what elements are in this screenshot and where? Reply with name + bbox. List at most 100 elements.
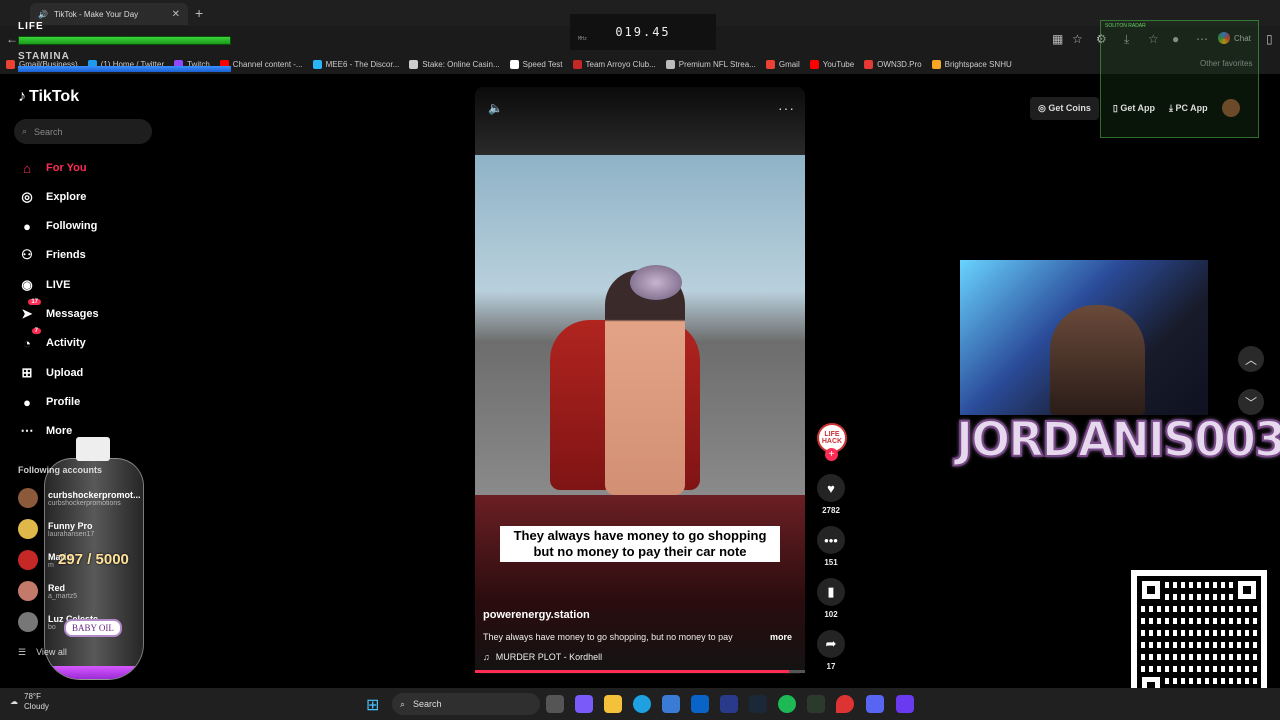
nav-label: Following bbox=[46, 220, 98, 232]
new-tab-icon[interactable]: + bbox=[195, 5, 203, 21]
bookmark-icon[interactable]: ▮ bbox=[817, 578, 845, 606]
bookmark-label: Premium NFL Strea... bbox=[678, 59, 756, 69]
copilot-taskbar-icon[interactable] bbox=[575, 695, 593, 713]
stamina-bar bbox=[18, 66, 231, 72]
steam-icon[interactable] bbox=[749, 695, 767, 713]
nav-item-friends[interactable]: ⚇ Friends bbox=[18, 246, 86, 264]
avatar bbox=[18, 519, 38, 539]
music-link[interactable]: ♫ MURDER PLOT - Kordhell bbox=[483, 652, 602, 662]
nav-item-upload[interactable]: ⊞ Upload bbox=[18, 364, 84, 382]
grid-app-icon[interactable] bbox=[896, 695, 914, 713]
bookmark-item[interactable]: Premium NFL Strea... bbox=[665, 59, 756, 69]
heart-icon[interactable]: ♥ bbox=[817, 474, 845, 502]
get-app-button[interactable]: ▯ Get App bbox=[1113, 103, 1155, 114]
comment-icon[interactable]: ••• bbox=[817, 526, 845, 554]
follow-plus-icon[interactable]: + bbox=[825, 448, 838, 461]
file-explorer-icon[interactable] bbox=[604, 695, 622, 713]
bottle-fill-level bbox=[45, 665, 143, 679]
next-video-button[interactable]: ﹀ bbox=[1238, 389, 1264, 415]
bookmark-item[interactable]: MEE6 - The Discor... bbox=[312, 59, 399, 69]
nav-item-following[interactable]: ● Following bbox=[18, 217, 97, 235]
discord-icon[interactable] bbox=[866, 695, 884, 713]
bookmark-item[interactable]: Stake: Online Casin... bbox=[409, 59, 500, 69]
video-author[interactable]: powerenergy.station bbox=[483, 609, 590, 621]
nav-item-for-you[interactable]: ⌂ For You bbox=[18, 159, 86, 177]
bookmark-item[interactable]: Speed Test bbox=[509, 59, 563, 69]
nav-label: LIVE bbox=[46, 279, 71, 291]
more-link[interactable]: more bbox=[770, 632, 792, 642]
search-icon: ⌕ bbox=[400, 698, 406, 709]
browser-tab[interactable]: 🔊 TikTok - Make Your Day ✕ bbox=[30, 3, 188, 25]
bookmark-item[interactable]: Brightspace SNHU bbox=[931, 59, 1012, 69]
nav-item-more[interactable]: ⋯ More bbox=[18, 422, 73, 440]
task-view-icon[interactable] bbox=[546, 695, 564, 713]
bookmark-label: OWN3D.Pro bbox=[877, 59, 922, 69]
nav-item-profile[interactable]: ● Profile bbox=[18, 393, 80, 411]
share-arrow-icon[interactable]: ➦ bbox=[817, 630, 845, 658]
bookmark-label: Speed Test bbox=[522, 59, 563, 69]
video-progress-bar[interactable] bbox=[475, 670, 805, 673]
sidebar-toggle-icon[interactable]: ▯ bbox=[1266, 32, 1273, 46]
speaker-icon: 🔊 bbox=[38, 9, 48, 19]
nav-item-activity[interactable]: ◔ 7 Activity bbox=[18, 328, 86, 352]
qr-finder bbox=[1233, 576, 1261, 604]
save-count: 102 bbox=[824, 610, 838, 619]
stamina-label: STAMINA bbox=[18, 51, 70, 62]
nav-item-live[interactable]: ◉ LIVE bbox=[18, 276, 70, 294]
temperature: 78°F bbox=[24, 692, 41, 701]
webcam-feed bbox=[960, 260, 1208, 415]
bookmark-item[interactable]: YouTube bbox=[809, 59, 855, 69]
close-tab-icon[interactable]: ✕ bbox=[172, 9, 180, 20]
user-avatar[interactable] bbox=[1221, 99, 1240, 117]
video-top-band bbox=[475, 87, 805, 155]
bookmark-label: YouTube bbox=[822, 59, 855, 69]
avatar bbox=[18, 612, 38, 632]
get-coins-label: Get Coins bbox=[1048, 102, 1091, 113]
previous-video-button[interactable]: ︿ bbox=[1238, 346, 1264, 372]
tiktok-logo[interactable]: ♪ TikTok bbox=[18, 88, 79, 106]
like-action[interactable]: ♥ 2782 bbox=[816, 474, 846, 515]
volume-icon[interactable]: 🔈 bbox=[488, 101, 503, 115]
windows-start-icon[interactable]: ⊞ bbox=[366, 695, 379, 715]
bookmark-favicon-icon bbox=[931, 59, 941, 69]
weather-widget[interactable]: ☁ 78°F Cloudy bbox=[10, 692, 49, 712]
chevron-up-icon: ︿ bbox=[1244, 352, 1257, 367]
chevron-down-icon: ﹀ bbox=[1244, 395, 1257, 410]
store-icon[interactable] bbox=[662, 695, 680, 713]
friends-icon: ⚇ bbox=[21, 247, 33, 262]
back-icon[interactable]: ← bbox=[6, 32, 18, 46]
taskbar-search[interactable]: ⌕ Search bbox=[392, 693, 540, 715]
spotify-icon[interactable] bbox=[778, 695, 796, 713]
bookmark-item[interactable]: OWN3D.Pro bbox=[864, 59, 922, 69]
weather-icon: ☁ bbox=[10, 697, 18, 706]
video-options-icon[interactable]: ··· bbox=[778, 100, 795, 116]
bookmark-item[interactable]: Gmail bbox=[765, 59, 800, 69]
music-note-icon: ♫ bbox=[483, 652, 490, 662]
favorite-star-icon[interactable]: ☆ bbox=[1072, 32, 1083, 46]
edge-icon[interactable] bbox=[633, 695, 651, 713]
xbox-icon[interactable] bbox=[807, 695, 825, 713]
share-action[interactable]: ➦ 17 bbox=[816, 630, 846, 671]
comment-action[interactable]: ••• 151 bbox=[816, 526, 846, 567]
bookmark-favicon-icon bbox=[809, 59, 819, 69]
split-view-icon[interactable]: ▦ bbox=[1052, 32, 1063, 46]
tab-title: TikTok - Make Your Day bbox=[53, 9, 139, 19]
woman-figure bbox=[605, 270, 685, 495]
bookmark-item[interactable]: Channel content -... bbox=[219, 59, 303, 69]
nav-item-messages[interactable]: ➤ 17 Messages bbox=[18, 299, 99, 323]
qr-code bbox=[1131, 570, 1267, 706]
nav-item-explore[interactable]: ◎ Explore bbox=[18, 188, 86, 206]
comment-count: 151 bbox=[824, 558, 838, 567]
life-bar bbox=[18, 36, 231, 45]
save-action[interactable]: ▮ 102 bbox=[816, 578, 846, 619]
maps-pin-icon[interactable] bbox=[836, 695, 854, 713]
video-player[interactable] bbox=[475, 87, 805, 674]
get-coins-button[interactable]: ◎ Get Coins bbox=[1030, 96, 1099, 120]
pc-app-button[interactable]: ⤓ PC App bbox=[1169, 103, 1208, 114]
search-input[interactable]: ⌕ Search bbox=[14, 119, 152, 144]
live-icon: ◉ bbox=[21, 277, 33, 292]
bookmark-item[interactable]: Team Arroyo Club... bbox=[572, 59, 656, 69]
app-icon[interactable] bbox=[720, 695, 738, 713]
mail-icon[interactable] bbox=[691, 695, 709, 713]
frequency-unit: MHz bbox=[578, 36, 588, 42]
